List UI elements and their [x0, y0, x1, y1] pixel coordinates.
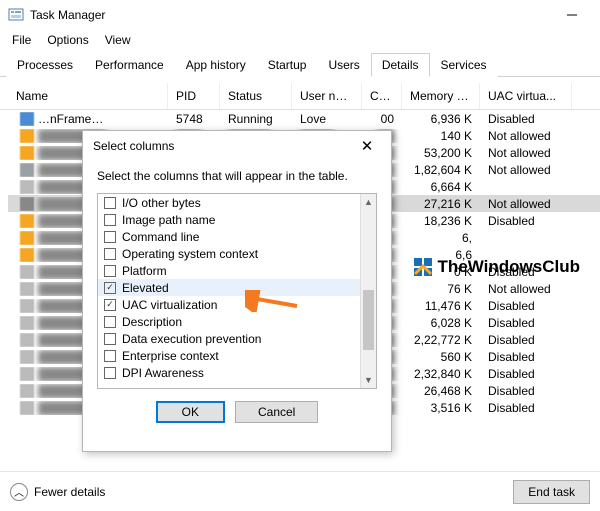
column-status[interactable]: Status — [220, 83, 292, 109]
ok-button[interactable]: OK — [156, 401, 225, 423]
column-option[interactable]: Data execution prevention — [98, 330, 376, 347]
column-option[interactable]: Image path name — [98, 211, 376, 228]
column-option[interactable]: Command line — [98, 228, 376, 245]
footer: ︿ Fewer details End task — [0, 471, 600, 511]
chevron-up-icon: ︿ — [10, 483, 28, 501]
scroll-up-icon[interactable]: ▲ — [361, 194, 376, 210]
column-headers: Name PID Status User name CPU Memory (a.… — [0, 83, 600, 110]
titlebar: Task Manager — [0, 0, 600, 30]
tab-performance[interactable]: Performance — [84, 53, 175, 77]
select-columns-dialog: Select columns ✕ Select the columns that… — [82, 130, 392, 452]
column-option[interactable]: Operating system context — [98, 245, 376, 262]
checkbox-icon[interactable] — [104, 367, 116, 379]
column-option[interactable]: Enterprise context — [98, 347, 376, 364]
scroll-thumb[interactable] — [363, 290, 374, 350]
column-option[interactable]: Description — [98, 313, 376, 330]
columns-listbox[interactable]: ▲ ▼ I/O other bytes Image path name Comman… — [97, 193, 377, 389]
column-option-label: Enterprise context — [122, 349, 219, 363]
tab-processes[interactable]: Processes — [6, 53, 84, 77]
menu-bar: File Options View — [0, 30, 600, 50]
column-option-label: Command line — [122, 230, 199, 244]
app-icon — [8, 7, 24, 23]
column-uac[interactable]: UAC virtua... — [480, 83, 572, 109]
table-row[interactable]: …nFrame…5748RunningLove006,936 KDisabled — [8, 110, 600, 127]
column-option[interactable]: I/O other bytes — [98, 194, 376, 211]
column-cpu[interactable]: CPU — [362, 83, 402, 109]
column-option-label: Operating system context — [122, 247, 258, 261]
column-option[interactable]: UAC virtualization — [98, 296, 376, 313]
dialog-title: Select columns — [93, 139, 174, 153]
column-pid[interactable]: PID — [168, 83, 220, 109]
checkbox-icon[interactable] — [104, 197, 116, 209]
checkbox-icon[interactable] — [104, 248, 116, 260]
column-option-label: UAC virtualization — [122, 298, 217, 312]
dialog-titlebar: Select columns ✕ — [83, 131, 391, 161]
column-option-label: Elevated — [122, 281, 169, 295]
column-option-label: Description — [122, 315, 182, 329]
column-option[interactable]: Elevated — [98, 279, 376, 296]
tab-details[interactable]: Details — [371, 53, 430, 77]
column-option[interactable]: Platform — [98, 262, 376, 279]
close-icon[interactable]: ✕ — [353, 137, 381, 155]
listbox-scrollbar[interactable]: ▲ ▼ — [360, 194, 376, 388]
checkbox-icon[interactable] — [104, 316, 116, 328]
column-option-label: Platform — [122, 264, 167, 278]
tab-users[interactable]: Users — [317, 53, 370, 77]
tab-startup[interactable]: Startup — [257, 53, 318, 77]
fewer-details-button[interactable]: ︿ Fewer details — [10, 483, 105, 501]
checkbox-icon[interactable] — [104, 231, 116, 243]
column-memory[interactable]: Memory (a... — [402, 83, 480, 109]
minimize-button[interactable] — [552, 1, 592, 29]
dialog-description: Select the columns that will appear in t… — [97, 169, 377, 183]
checkbox-icon[interactable] — [104, 214, 116, 226]
tab-apphistory[interactable]: App history — [175, 53, 257, 77]
cancel-button[interactable]: Cancel — [235, 401, 318, 423]
column-option-label: Image path name — [122, 213, 215, 227]
column-option-label: Data execution prevention — [122, 332, 261, 346]
checkbox-icon[interactable] — [104, 350, 116, 362]
column-option-label: DPI Awareness — [122, 366, 204, 380]
menu-view[interactable]: View — [99, 31, 137, 49]
scroll-down-icon[interactable]: ▼ — [361, 372, 376, 388]
column-option-label: I/O other bytes — [122, 196, 201, 210]
end-task-button[interactable]: End task — [513, 480, 590, 504]
tabs: Processes Performance App history Startu… — [0, 52, 600, 77]
checkbox-icon[interactable] — [104, 282, 116, 294]
menu-options[interactable]: Options — [41, 31, 94, 49]
menu-file[interactable]: File — [6, 31, 37, 49]
column-name[interactable]: Name — [8, 83, 168, 109]
column-user[interactable]: User name — [292, 83, 362, 109]
checkbox-icon[interactable] — [104, 333, 116, 345]
checkbox-icon[interactable] — [104, 299, 116, 311]
checkbox-icon[interactable] — [104, 265, 116, 277]
column-option[interactable]: DPI Awareness — [98, 364, 376, 381]
tab-services[interactable]: Services — [430, 53, 498, 77]
window-title: Task Manager — [30, 8, 105, 22]
fewer-details-label: Fewer details — [34, 485, 105, 499]
